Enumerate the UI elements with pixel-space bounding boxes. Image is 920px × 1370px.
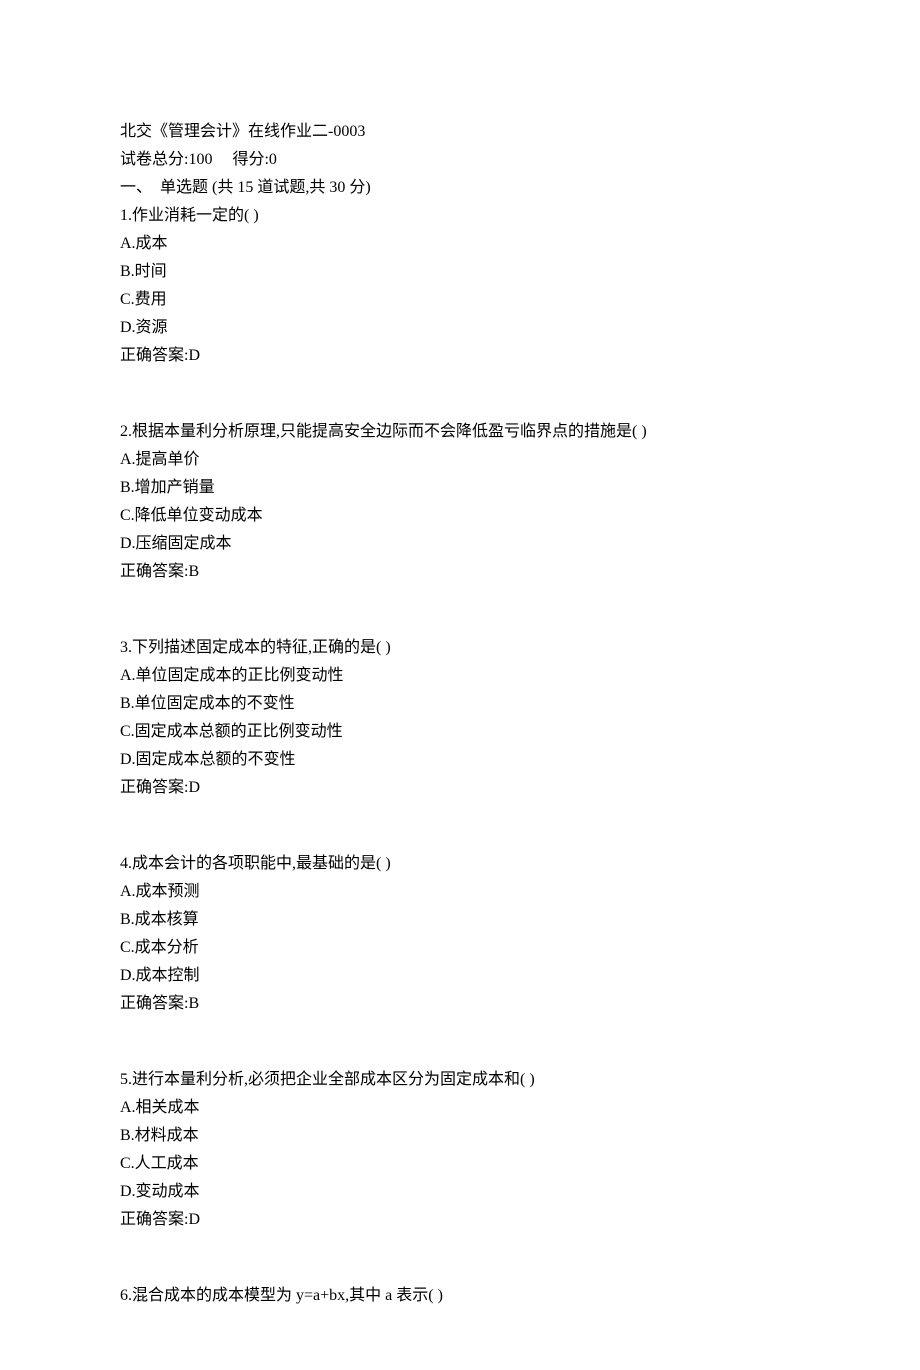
question-option: D.变动成本 bbox=[120, 1178, 800, 1206]
question-answer: 正确答案:D bbox=[120, 342, 800, 370]
question-stem: 6.混合成本的成本模型为 y=a+bx,其中 a 表示( ) bbox=[120, 1282, 800, 1310]
question-answer: 正确答案:B bbox=[120, 558, 800, 586]
question-stem: 5.进行本量利分析,必须把企业全部成本区分为固定成本和( ) bbox=[120, 1066, 800, 1094]
question-option: B.增加产销量 bbox=[120, 474, 800, 502]
question-answer: 正确答案:D bbox=[120, 1206, 800, 1234]
question-option: B.成本核算 bbox=[120, 906, 800, 934]
question-option: D.成本控制 bbox=[120, 962, 800, 990]
question-option: D.固定成本总额的不变性 bbox=[120, 746, 800, 774]
question-block: 1.作业消耗一定的( )A.成本B.时间C.费用D.资源正确答案:D bbox=[120, 202, 800, 370]
question-option: B.时间 bbox=[120, 258, 800, 286]
question-option: A.成本 bbox=[120, 230, 800, 258]
question-option: D.压缩固定成本 bbox=[120, 530, 800, 558]
question-block: 6.混合成本的成本模型为 y=a+bx,其中 a 表示( ) bbox=[120, 1282, 800, 1310]
question-option: C.人工成本 bbox=[120, 1150, 800, 1178]
question-block: 5.进行本量利分析,必须把企业全部成本区分为固定成本和( )A.相关成本B.材料… bbox=[120, 1066, 800, 1234]
question-answer: 正确答案:B bbox=[120, 990, 800, 1018]
total-score: 试卷总分:100 bbox=[120, 151, 212, 168]
question-answer: 正确答案:D bbox=[120, 774, 800, 802]
question-option: A.单位固定成本的正比例变动性 bbox=[120, 662, 800, 690]
question-block: 4.成本会计的各项职能中,最基础的是( )A.成本预测B.成本核算C.成本分析D… bbox=[120, 850, 800, 1018]
question-stem: 3.下列描述固定成本的特征,正确的是( ) bbox=[120, 634, 800, 662]
question-option: B.单位固定成本的不变性 bbox=[120, 690, 800, 718]
question-option: C.降低单位变动成本 bbox=[120, 502, 800, 530]
question-stem: 1.作业消耗一定的( ) bbox=[120, 202, 800, 230]
question-option: D.资源 bbox=[120, 314, 800, 342]
question-block: 3.下列描述固定成本的特征,正确的是( )A.单位固定成本的正比例变动性B.单位… bbox=[120, 634, 800, 802]
question-stem: 4.成本会计的各项职能中,最基础的是( ) bbox=[120, 850, 800, 878]
section-header: 一、 单选题 (共 15 道试题,共 30 分) bbox=[120, 174, 800, 202]
question-option: A.成本预测 bbox=[120, 878, 800, 906]
question-option: C.成本分析 bbox=[120, 934, 800, 962]
score-line: 试卷总分:100 得分:0 bbox=[120, 146, 800, 174]
question-option: C.费用 bbox=[120, 286, 800, 314]
got-score: 得分:0 bbox=[232, 151, 276, 168]
question-option: B.材料成本 bbox=[120, 1122, 800, 1150]
question-option: C.固定成本总额的正比例变动性 bbox=[120, 718, 800, 746]
question-block: 2.根据本量利分析原理,只能提高安全边际而不会降低盈亏临界点的措施是( )A.提… bbox=[120, 418, 800, 586]
question-option: A.相关成本 bbox=[120, 1094, 800, 1122]
question-stem: 2.根据本量利分析原理,只能提高安全边际而不会降低盈亏临界点的措施是( ) bbox=[120, 418, 800, 446]
question-option: A.提高单价 bbox=[120, 446, 800, 474]
doc-title: 北交《管理会计》在线作业二-0003 bbox=[120, 118, 800, 146]
